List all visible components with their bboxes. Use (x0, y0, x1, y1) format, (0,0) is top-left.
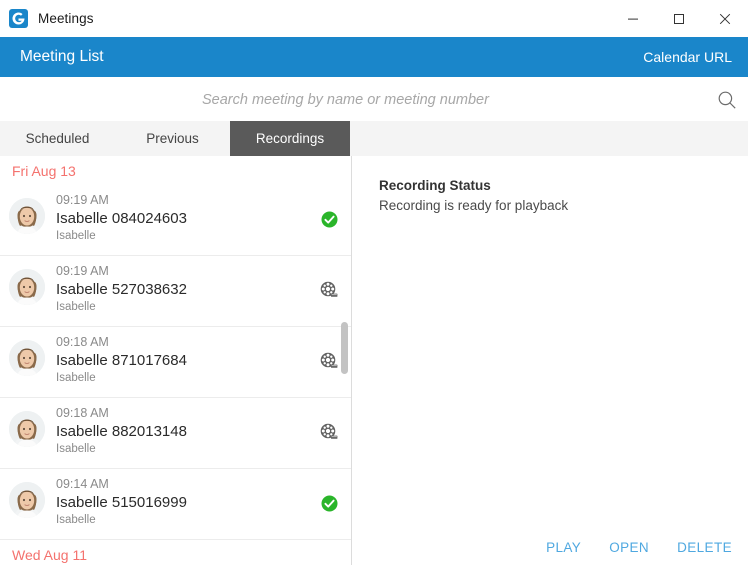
meeting-organizer: Isabelle (56, 443, 96, 455)
recording-detail-pane: Recording Status Recording is ready for … (352, 156, 748, 565)
meeting-list-item[interactable]: 09:19 AM Isabelle 527038632 Isabelle (0, 256, 351, 327)
meeting-time: 09:19 AM (56, 193, 109, 207)
meeting-name: Isabelle 527038632 (56, 281, 187, 298)
meeting-name: Isabelle 084024603 (56, 210, 187, 227)
maximize-icon (674, 13, 684, 24)
meeting-list-pane: Fri Aug 13 09:19 AM Isabelle 084024603 I… (0, 156, 352, 565)
recording-status-title: Recording Status (379, 178, 491, 193)
title-bar: Meetings (0, 0, 748, 37)
avatar (9, 198, 45, 234)
tab-scheduled[interactable]: Scheduled (0, 121, 115, 156)
avatar (9, 340, 45, 376)
tab-previous[interactable]: Previous (115, 121, 230, 156)
meeting-organizer: Isabelle (56, 372, 96, 384)
recording-status-text: Recording is ready for playback (379, 198, 569, 213)
meeting-list-item[interactable]: 09:18 AM Isabelle 882013148 Isabelle (0, 398, 351, 469)
meeting-time: 09:14 AM (56, 477, 109, 491)
tab-bar: Scheduled Previous Recordings (0, 121, 748, 157)
date-group-header: Wed Aug 11 (0, 540, 351, 565)
meeting-organizer: Isabelle (56, 514, 96, 526)
status-badge[interactable] (319, 351, 339, 371)
meeting-list-item[interactable]: 09:18 AM Isabelle 871017684 Isabelle (0, 327, 351, 398)
detail-actions: PLAY OPEN DELETE (352, 540, 748, 555)
meeting-time: 09:18 AM (56, 335, 109, 349)
delete-button[interactable]: DELETE (677, 540, 732, 555)
meeting-name: Isabelle 882013148 (56, 423, 187, 440)
meeting-item-texts: 09:14 AM Isabelle 515016999 Isabelle (56, 469, 311, 528)
calendar-url-link[interactable]: Calendar URL (643, 37, 732, 77)
meeting-item-texts: 09:19 AM Isabelle 527038632 Isabelle (56, 256, 311, 315)
meeting-name: Isabelle 871017684 (56, 352, 187, 369)
search-button[interactable] (714, 87, 740, 113)
status-badge[interactable] (319, 209, 339, 229)
minimize-icon (628, 18, 638, 20)
meeting-item-texts: 09:18 AM Isabelle 882013148 Isabelle (56, 398, 311, 457)
avatar (9, 482, 45, 518)
meeting-item-texts: 09:18 AM Isabelle 871017684 Isabelle (56, 327, 311, 386)
green-check-icon (321, 495, 337, 511)
meeting-name: Isabelle 515016999 (56, 494, 187, 511)
close-button[interactable] (702, 0, 748, 37)
meetings-window: Meetings Meeting List Calendar URL Searc… (0, 0, 748, 565)
status-badge[interactable] (319, 422, 339, 442)
list-scrollbar[interactable] (340, 156, 349, 565)
date-group-header: Fri Aug 13 (0, 156, 351, 185)
meeting-organizer: Isabelle (56, 230, 96, 242)
meeting-list-item[interactable]: 09:14 AM Isabelle 515016999 Isabelle (0, 469, 351, 540)
tab-bar-filler (350, 121, 748, 156)
meeting-organizer: Isabelle (56, 301, 96, 313)
window-controls (610, 0, 748, 37)
gotomeeting-g-icon (9, 9, 28, 28)
avatar (9, 411, 45, 447)
close-icon (719, 13, 731, 24)
status-badge[interactable] (319, 493, 339, 513)
search-icon (718, 91, 736, 109)
app-header: Meeting List Calendar URL (0, 37, 748, 77)
film-reel-icon (320, 423, 338, 439)
search-input[interactable] (200, 77, 704, 122)
tab-recordings[interactable]: Recordings (230, 121, 350, 156)
film-reel-icon (320, 281, 338, 297)
page-title: Meeting List (20, 48, 104, 65)
green-check-icon (321, 211, 337, 227)
search-bar (0, 77, 748, 122)
meeting-time: 09:19 AM (56, 264, 109, 278)
meeting-time: 09:18 AM (56, 406, 109, 420)
play-button[interactable]: PLAY (546, 540, 581, 555)
list-scrollbar-thumb[interactable] (341, 322, 348, 374)
avatar (9, 269, 45, 305)
window-title: Meetings (38, 11, 94, 26)
status-badge[interactable] (319, 280, 339, 300)
maximize-button[interactable] (656, 0, 702, 37)
open-button[interactable]: OPEN (609, 540, 649, 555)
film-reel-icon (320, 352, 338, 368)
minimize-button[interactable] (610, 0, 656, 37)
meeting-list-item[interactable]: 09:19 AM Isabelle 084024603 Isabelle (0, 185, 351, 256)
meeting-list: Fri Aug 13 09:19 AM Isabelle 084024603 I… (0, 156, 351, 565)
meeting-item-texts: 09:19 AM Isabelle 084024603 Isabelle (56, 185, 311, 244)
